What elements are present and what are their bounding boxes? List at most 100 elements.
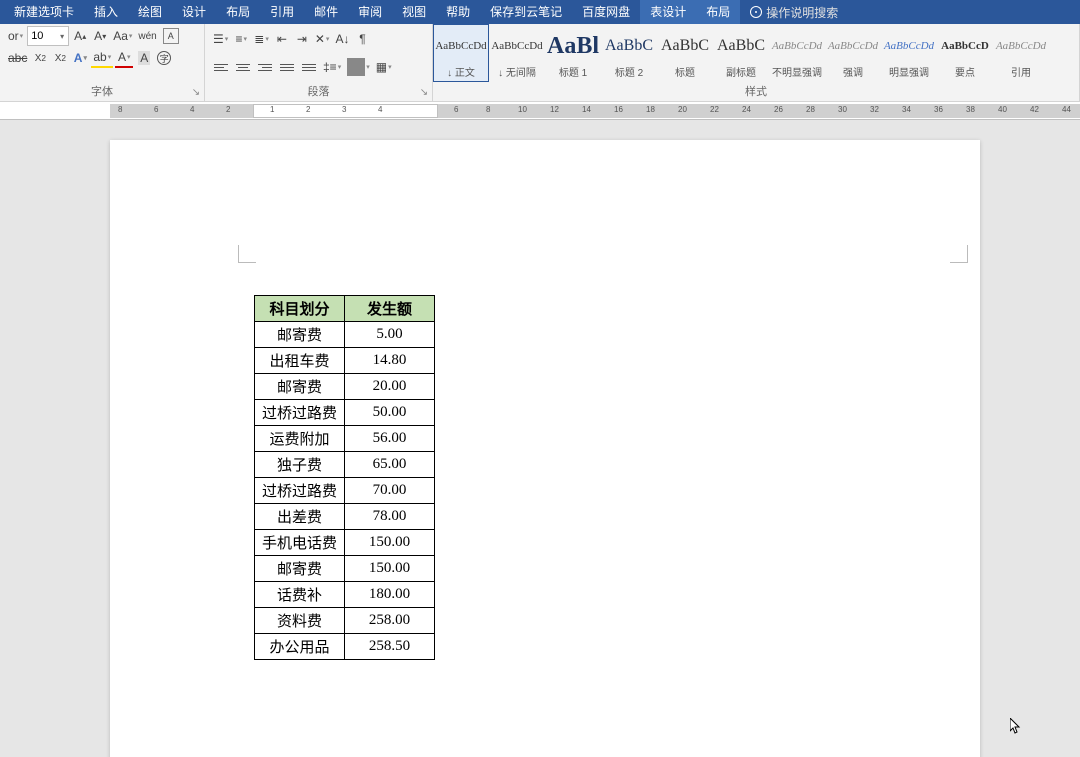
subscript-button[interactable]: X2: [31, 48, 49, 68]
font-size-input[interactable]: [28, 30, 56, 42]
table-row[interactable]: 出差费78.00: [255, 504, 435, 530]
dialog-launcher-icon[interactable]: ↘: [418, 87, 430, 99]
tab-引用[interactable]: 引用: [260, 0, 304, 24]
strikethrough-button[interactable]: abc: [6, 48, 29, 68]
line-spacing-button[interactable]: ‡≡▾: [321, 57, 343, 77]
cell-category[interactable]: 运费附加: [255, 426, 345, 452]
cell-category[interactable]: 资料费: [255, 608, 345, 634]
table-row[interactable]: 邮寄费150.00: [255, 556, 435, 582]
sort-button[interactable]: A↓: [333, 29, 351, 49]
char-shading-button[interactable]: A: [135, 48, 153, 68]
cell-amount[interactable]: 14.80: [345, 348, 435, 374]
cell-category[interactable]: 手机电话费: [255, 530, 345, 556]
char-border-button[interactable]: A: [161, 26, 181, 46]
highlight-button[interactable]: ab▾: [91, 48, 113, 68]
font-family-combo-tail[interactable]: or▾: [6, 26, 25, 46]
style-不明显强调[interactable]: AaBbCcDd不明显强调: [769, 24, 825, 82]
asian-layout-button[interactable]: ✕▾: [313, 29, 332, 49]
style-副标题[interactable]: AaBbC副标题: [713, 24, 769, 82]
cell-category[interactable]: 邮寄费: [255, 374, 345, 400]
tab-布局[interactable]: 布局: [696, 0, 740, 24]
align-distributed-button[interactable]: [299, 57, 319, 77]
style-标题 1[interactable]: AaBl标题 1: [545, 24, 601, 82]
dialog-launcher-icon[interactable]: ↘: [190, 87, 202, 99]
style-↓ 正文[interactable]: AaBbCcDd↓ 正文: [433, 24, 489, 82]
increase-indent-button[interactable]: ⇥: [293, 29, 311, 49]
document-page[interactable]: 科目划分 发生额 邮寄费5.00出租车费14.80邮寄费20.00过桥过路费50…: [110, 140, 980, 757]
table-header-amount[interactable]: 发生额: [345, 296, 435, 322]
cell-amount[interactable]: 258.00: [345, 608, 435, 634]
cell-amount[interactable]: 20.00: [345, 374, 435, 400]
table-header-category[interactable]: 科目划分: [255, 296, 345, 322]
style-↓ 无间隔[interactable]: AaBbCcDd↓ 无间隔: [489, 24, 545, 82]
table-row[interactable]: 办公用品258.50: [255, 634, 435, 660]
cell-amount[interactable]: 65.00: [345, 452, 435, 478]
cell-category[interactable]: 出租车费: [255, 348, 345, 374]
tab-审阅[interactable]: 审阅: [348, 0, 392, 24]
tab-表设计[interactable]: 表设计: [640, 0, 696, 24]
tab-布局[interactable]: 布局: [216, 0, 260, 24]
borders-button[interactable]: ▦▾: [374, 57, 394, 77]
bullets-button[interactable]: ☰▾: [211, 29, 230, 49]
tab-帮助[interactable]: 帮助: [436, 0, 480, 24]
cell-amount[interactable]: 150.00: [345, 530, 435, 556]
cell-amount[interactable]: 70.00: [345, 478, 435, 504]
change-case-button[interactable]: Aa▾: [111, 26, 134, 46]
align-justify-button[interactable]: [277, 57, 297, 77]
align-center-button[interactable]: [233, 57, 253, 77]
horizontal-ruler[interactable]: 8642123468101214161820222426283032343638…: [0, 102, 1080, 120]
cell-amount[interactable]: 180.00: [345, 582, 435, 608]
chevron-down-icon[interactable]: ▾: [56, 32, 68, 41]
styles-gallery[interactable]: AaBbCcDd↓ 正文AaBbCcDd↓ 无间隔AaBl标题 1AaBbC标题…: [433, 24, 1079, 84]
table-row[interactable]: 话费补180.00: [255, 582, 435, 608]
document-area[interactable]: 科目划分 发生额 邮寄费5.00出租车费14.80邮寄费20.00过桥过路费50…: [0, 120, 1080, 757]
enclose-char-button[interactable]: 字: [155, 48, 173, 68]
cell-category[interactable]: 过桥过路费: [255, 400, 345, 426]
tab-视图[interactable]: 视图: [392, 0, 436, 24]
style-标题[interactable]: AaBbC标题: [657, 24, 713, 82]
cell-amount[interactable]: 150.00: [345, 556, 435, 582]
style-标题 2[interactable]: AaBbC标题 2: [601, 24, 657, 82]
grow-font-button[interactable]: A▴: [71, 26, 89, 46]
table-row[interactable]: 出租车费14.80: [255, 348, 435, 374]
table-row[interactable]: 邮寄费5.00: [255, 322, 435, 348]
cell-category[interactable]: 办公用品: [255, 634, 345, 660]
cell-category[interactable]: 过桥过路费: [255, 478, 345, 504]
expense-table[interactable]: 科目划分 发生额 邮寄费5.00出租车费14.80邮寄费20.00过桥过路费50…: [254, 295, 435, 660]
cell-category[interactable]: 话费补: [255, 582, 345, 608]
style-引用[interactable]: AaBbCcDd引用: [993, 24, 1049, 82]
numbering-button[interactable]: ≡▾: [232, 29, 250, 49]
cell-category[interactable]: 邮寄费: [255, 556, 345, 582]
style-明显强调[interactable]: AaBbCcDd明显强调: [881, 24, 937, 82]
tab-插入[interactable]: 插入: [84, 0, 128, 24]
align-right-button[interactable]: [255, 57, 275, 77]
text-effects-button[interactable]: A▾: [71, 48, 89, 68]
cell-category[interactable]: 邮寄费: [255, 322, 345, 348]
superscript-button[interactable]: X2: [51, 48, 69, 68]
table-row[interactable]: 手机电话费150.00: [255, 530, 435, 556]
font-color-button[interactable]: A▾: [115, 48, 133, 68]
multilevel-list-button[interactable]: ≣▾: [252, 29, 271, 49]
cell-amount[interactable]: 56.00: [345, 426, 435, 452]
cell-amount[interactable]: 78.00: [345, 504, 435, 530]
tab-新建选项卡[interactable]: 新建选项卡: [4, 0, 84, 24]
align-left-button[interactable]: [211, 57, 231, 77]
shrink-font-button[interactable]: A▾: [91, 26, 109, 46]
table-row[interactable]: 邮寄费20.00: [255, 374, 435, 400]
decrease-indent-button[interactable]: ⇤: [273, 29, 291, 49]
table-row[interactable]: 独子费65.00: [255, 452, 435, 478]
table-row[interactable]: 运费附加56.00: [255, 426, 435, 452]
phonetic-guide-button[interactable]: wén: [136, 26, 158, 46]
tab-设计[interactable]: 设计: [172, 0, 216, 24]
style-要点[interactable]: AaBbCcD要点: [937, 24, 993, 82]
tab-邮件[interactable]: 邮件: [304, 0, 348, 24]
cell-category[interactable]: 出差费: [255, 504, 345, 530]
table-row[interactable]: 资料费258.00: [255, 608, 435, 634]
tab-百度网盘[interactable]: 百度网盘: [572, 0, 640, 24]
cell-amount[interactable]: 5.00: [345, 322, 435, 348]
table-row[interactable]: 过桥过路费50.00: [255, 400, 435, 426]
cell-amount[interactable]: 258.50: [345, 634, 435, 660]
tab-保存到云笔记[interactable]: 保存到云笔记: [480, 0, 572, 24]
tell-me-search[interactable]: 操作说明搜索: [740, 4, 848, 21]
table-row[interactable]: 过桥过路费70.00: [255, 478, 435, 504]
